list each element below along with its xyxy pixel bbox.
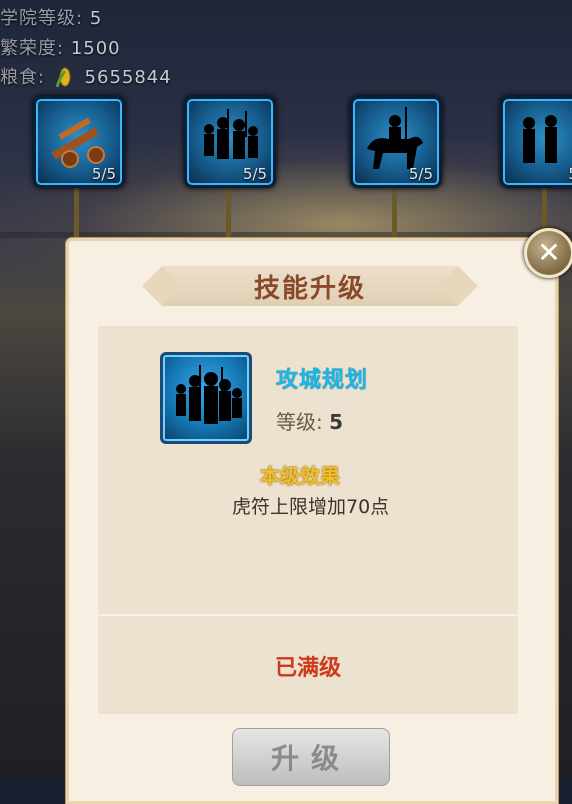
close-icon: ✕	[537, 236, 561, 269]
prosperity-value: 1500	[70, 38, 121, 59]
effect-text: 虎符上限增加70点	[232, 496, 390, 518]
skill-node-count: 5/	[568, 165, 572, 183]
dialog-title: 技能升级	[253, 274, 366, 304]
corn-icon	[54, 67, 74, 89]
food-value: 5655844	[84, 67, 172, 88]
node-connector	[74, 184, 79, 244]
skill-node-count: 5/5	[91, 165, 116, 183]
skill-name: 攻城规划	[276, 368, 369, 393]
skill-level-value: 5	[329, 410, 344, 434]
max-level-status: 已满级	[274, 656, 341, 681]
prosperity-label: 繁荣度:	[0, 38, 65, 59]
skill-node-soldiers[interactable]: 5/	[500, 96, 572, 188]
skill-level: 等级: 5	[276, 406, 343, 435]
skill-node-cavalry[interactable]: 5/5	[350, 96, 442, 188]
food: 粮食: 5655844	[0, 63, 172, 89]
skill-node-count: 5/5	[408, 165, 433, 183]
skill-node-troops[interactable]: 5/5	[184, 96, 276, 188]
skill-icon	[160, 352, 252, 444]
skill-node-count: 5/5	[242, 165, 267, 183]
academy-level-value: 5	[89, 8, 103, 29]
node-connector	[392, 184, 397, 244]
upgrade-button[interactable]: 升级	[232, 728, 390, 786]
troops-icon	[176, 365, 242, 424]
food-label: 粮食:	[0, 67, 46, 88]
close-button[interactable]: ✕	[524, 228, 572, 278]
skill-level-label: 等级:	[276, 410, 323, 434]
effect-heading: 本级效果	[260, 464, 340, 488]
academy-level: 学院等级: 5	[0, 4, 102, 30]
node-connector	[226, 184, 231, 244]
academy-level-label: 学院等级:	[0, 8, 84, 29]
prosperity: 繁荣度: 1500	[0, 34, 121, 60]
skill-node-catapult[interactable]: 5/5	[33, 96, 125, 188]
soldiers-icon	[523, 115, 557, 163]
